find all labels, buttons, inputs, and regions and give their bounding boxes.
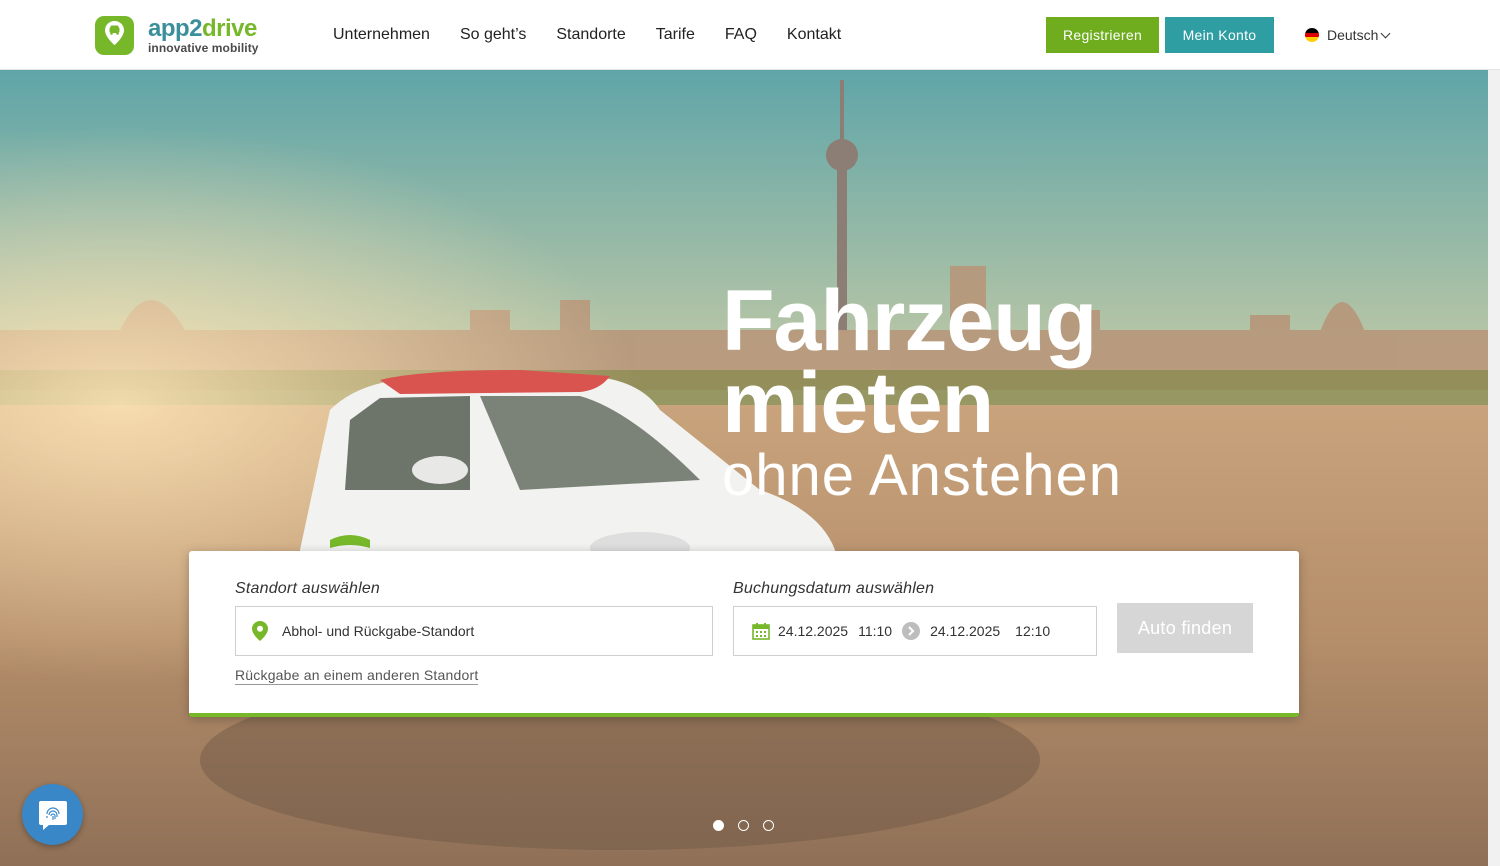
logo-subtitle: innovative mobility [148,40,259,55]
nav-unternehmen[interactable]: Unternehmen [333,26,430,44]
booking-search-box: Standort auswählen Abhol- und Rückgabe-S… [189,551,1299,717]
slider-dot-3[interactable] [763,820,774,831]
my-account-button[interactable]: Mein Konto [1165,17,1274,53]
hero-headline: Fahrzeug mieten ohne Anstehen [722,273,1123,508]
german-flag-icon [1305,28,1319,42]
location-label: Standort auswählen [235,580,381,597]
nav-standorte[interactable]: Standorte [556,26,625,44]
register-button[interactable]: Registrieren [1046,17,1159,53]
main-nav: Unternehmen So geht’s Standorte Tarife F… [333,0,871,70]
end-time: 12:10 [1015,623,1051,639]
nav-tarife[interactable]: Tarife [656,26,695,44]
page-scrollbar[interactable] [1488,70,1500,866]
date-label: Buchungsdatum auswählen [733,580,935,597]
slider-dot-1[interactable] [713,820,724,831]
nav-kontakt[interactable]: Kontakt [787,26,841,44]
logo-pin-icon [105,20,124,45]
language-selector[interactable]: Deutsch [1305,26,1391,44]
slider-dot-2[interactable] [738,820,749,831]
location-pin-icon [252,621,268,641]
chevron-down-icon [1380,28,1391,38]
subheadline: ohne Anstehen [722,443,1123,508]
arrow-right-icon [902,622,921,640]
language-label: Deutsch [1327,27,1379,43]
logo-title: app2drive [148,14,257,42]
different-return-location-link[interactable]: Rückgabe an einem anderen Standort [235,667,479,685]
booking-date-picker[interactable]: 24.12.2025 11:10 24.12.2025 12:10 [733,606,1097,656]
headline-line-2: mieten [722,355,994,451]
start-date: 24.12.2025 [778,623,849,639]
site-header: app2drive innovative mobility Unternehme… [0,0,1500,70]
hero-section: Fahrzeug mieten ohne Anstehen Standort a… [0,70,1488,866]
nav-faq[interactable]: FAQ [725,26,757,44]
chat-widget-button[interactable] [22,784,83,845]
logo[interactable]: app2drive innovative mobility [95,15,259,55]
end-date: 24.12.2025 [930,623,1001,639]
slider-dots [713,820,788,831]
logo-badge [95,15,134,55]
find-car-button[interactable]: Auto finden [1117,603,1253,653]
calendar-icon [752,623,770,640]
fingerprint-chat-icon [38,800,67,830]
location-value: Abhol- und Rückgabe-Standort [282,623,475,639]
start-time: 11:10 [858,623,893,639]
nav-so-gehts[interactable]: So geht’s [460,26,526,44]
headline-line-1: Fahrzeug [722,273,1097,369]
location-select[interactable]: Abhol- und Rückgabe-Standort [235,606,713,656]
